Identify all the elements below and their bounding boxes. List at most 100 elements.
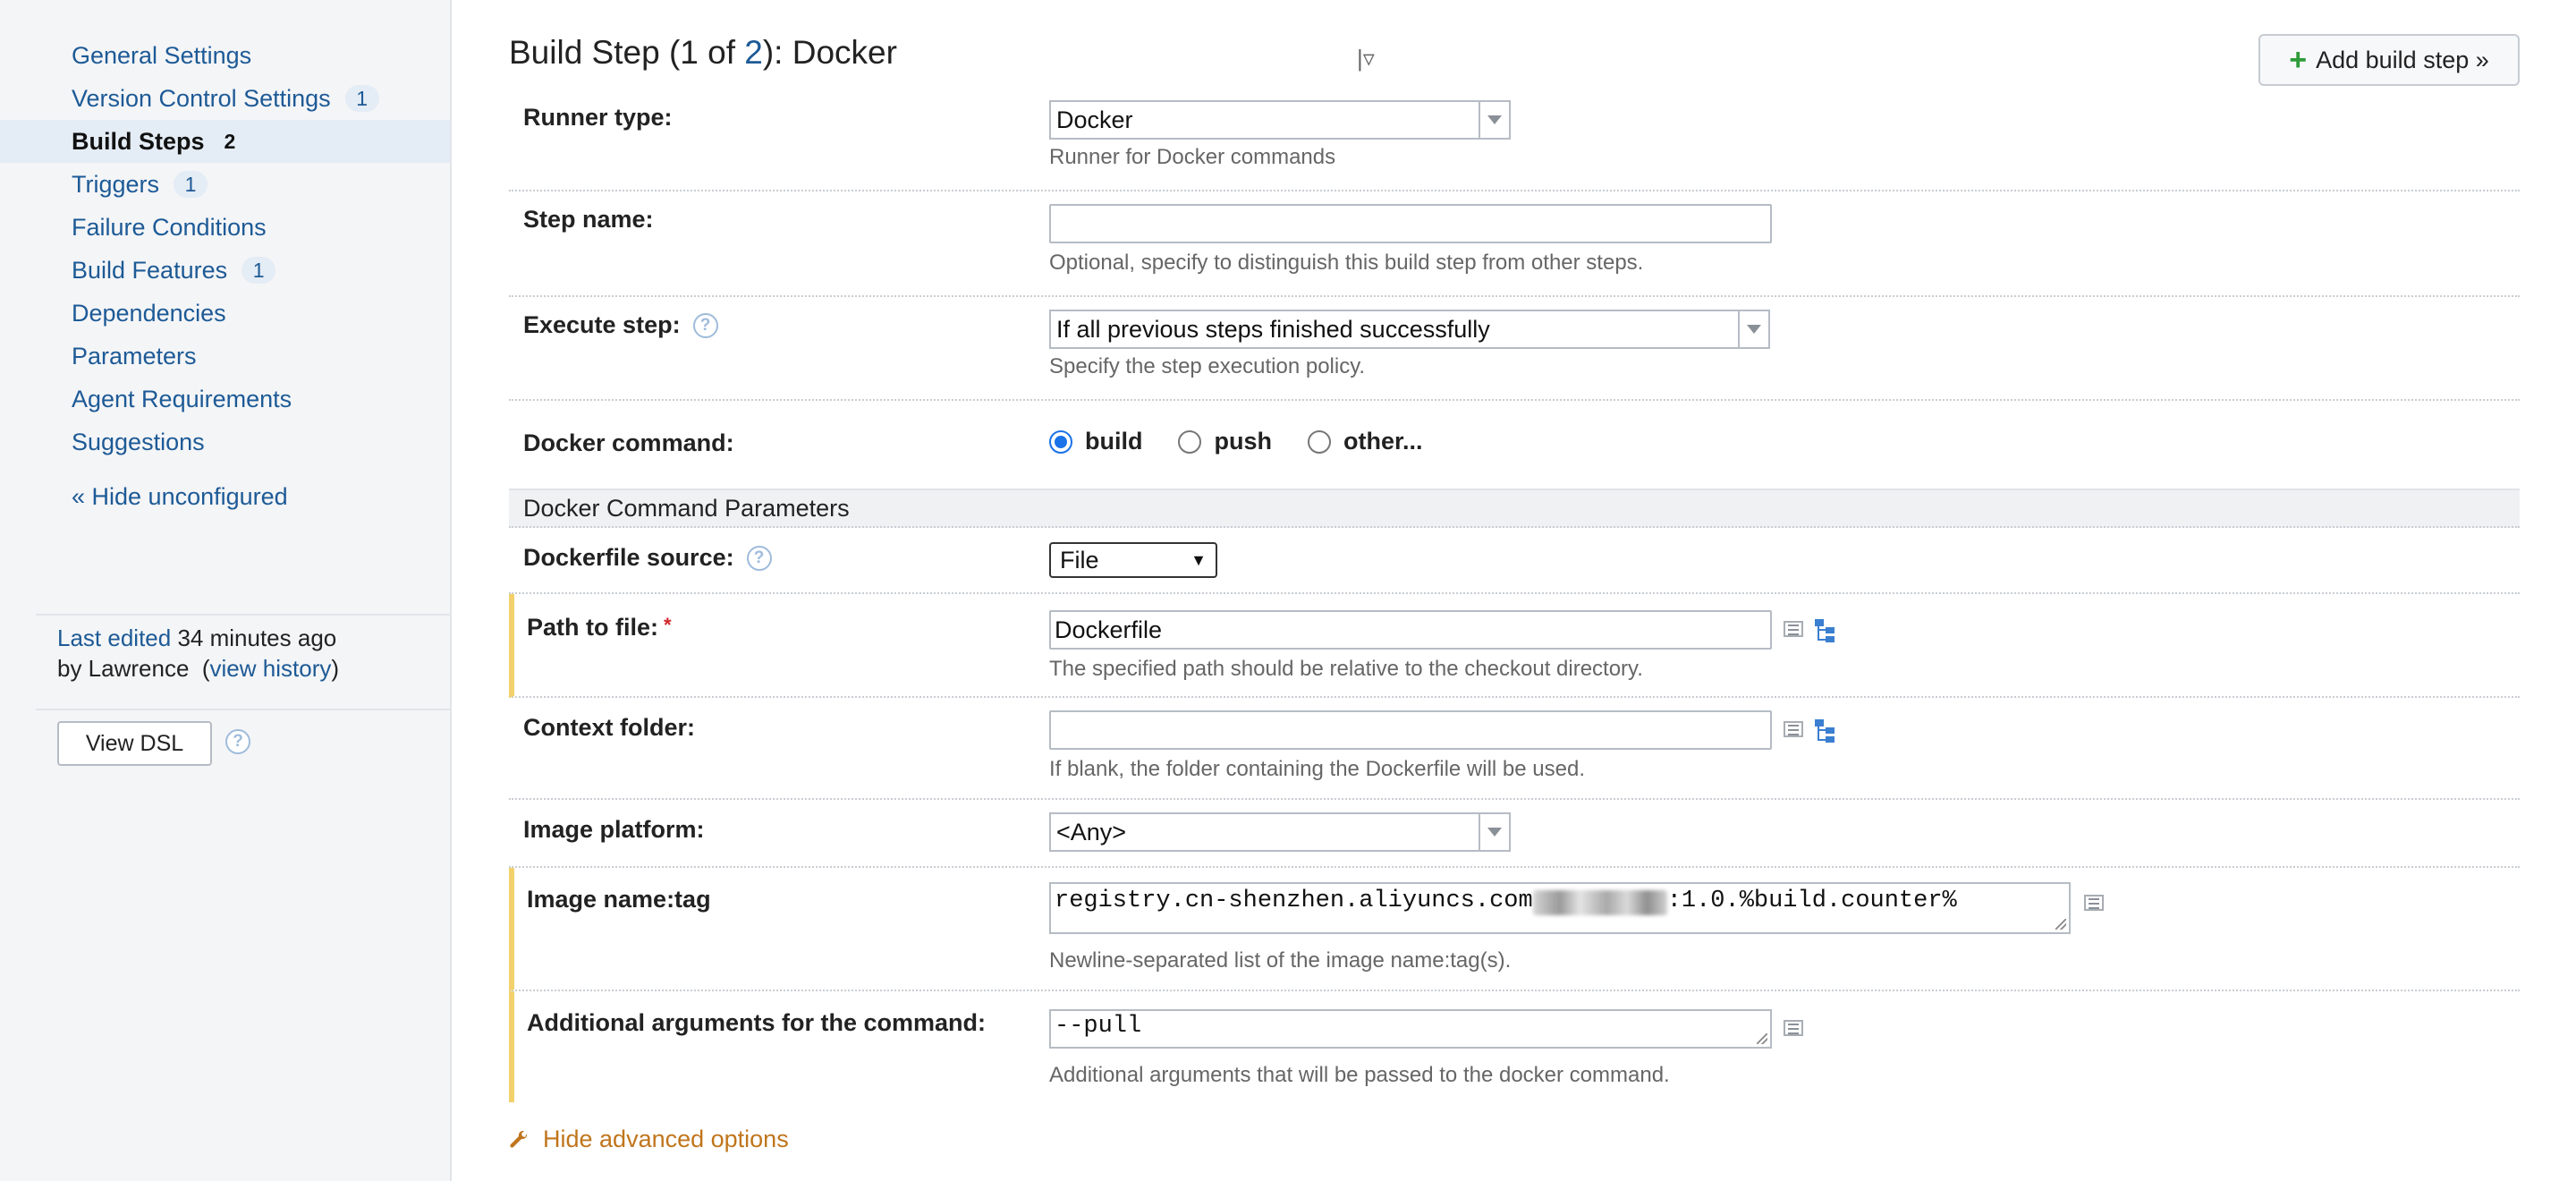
count-badge: 1 — [242, 257, 276, 284]
step-total-link[interactable]: 2 — [744, 34, 763, 71]
context-folder-input[interactable] — [1049, 710, 1772, 750]
help-icon[interactable]: ? — [746, 545, 772, 571]
sidebar-item-failure-conditions[interactable]: Failure Conditions — [0, 206, 450, 249]
radio-button[interactable] — [1307, 429, 1331, 454]
sidebar: General Settings Version Control Setting… — [0, 0, 452, 1181]
additional-args-desc: Additional arguments that will be passed… — [1049, 1063, 1670, 1087]
context-folder-desc: If blank, the folder containing the Dock… — [1049, 757, 1586, 781]
sidebar-item-label: General Settings — [72, 41, 252, 69]
last-edited-by: by Lawrence — [57, 655, 190, 682]
list-icon[interactable] — [1784, 621, 1803, 637]
image-platform-row: Image platform: <Any> — [509, 800, 2520, 868]
add-build-step-button[interactable]: + Add build step » — [2258, 34, 2520, 86]
step-name-label: Step name: — [523, 206, 654, 233]
path-to-file-label: Path to file: * — [527, 614, 672, 641]
docker-command-parameters-header: Docker Command Parameters — [509, 489, 2520, 528]
additional-args-label: Additional arguments for the command: — [527, 1009, 987, 1036]
radio-push[interactable]: push — [1178, 428, 1272, 455]
count-badge: 2 — [224, 130, 236, 153]
docker-command-radio-group: build push other... — [1049, 428, 1423, 455]
execute-step-label-wrap: Execute step: ? — [523, 311, 718, 339]
redacted-text — [1532, 889, 1667, 915]
last-edited-time: 34 minutes ago — [177, 624, 337, 651]
file-tree-icon[interactable] — [1813, 718, 1838, 744]
sidebar-item-general-settings[interactable]: General Settings — [0, 34, 450, 77]
radio-other[interactable]: other... — [1307, 428, 1423, 455]
step-name-desc: Optional, specify to distinguish this bu… — [1049, 251, 1644, 275]
docker-command-row: Docker command: build push other... — [509, 401, 2520, 489]
step-name-input[interactable] — [1049, 204, 1772, 243]
sidebar-item-triggers[interactable]: Triggers 1 — [0, 163, 450, 206]
count-badge: 1 — [174, 171, 208, 198]
step-name-row: Step name: Optional, specify to distingu… — [509, 191, 2520, 297]
hide-unconfigured-link[interactable]: « Hide unconfigured — [72, 483, 288, 511]
list-icon[interactable] — [1784, 721, 1803, 737]
image-name-tag-label: Image name:tag — [527, 886, 711, 913]
sidebar-item-agent-requirements[interactable]: Agent Requirements — [0, 378, 450, 421]
sidebar-nav: General Settings Version Control Setting… — [0, 34, 450, 463]
sidebar-item-build-steps[interactable]: Build Steps 2 — [0, 120, 450, 163]
sidebar-divider — [36, 614, 452, 616]
hide-advanced-options-link[interactable]: Hide advanced options — [509, 1126, 789, 1153]
view-dsl-button[interactable]: View DSL — [57, 721, 212, 766]
last-edited-link[interactable]: Last edited — [57, 624, 171, 651]
dropdown-arrow-icon — [1479, 102, 1509, 138]
runner-type-desc: Runner for Docker commands — [1049, 145, 1336, 169]
image-platform-label: Image platform: — [523, 816, 705, 843]
main-content: Build Step (1 of 2): Docker |▿ + Add bui… — [452, 0, 2576, 1181]
sidebar-item-label: Failure Conditions — [72, 213, 267, 241]
dockerfile-source-select[interactable]: File ▼ — [1049, 542, 1217, 578]
help-icon[interactable]: ? — [225, 729, 250, 754]
chevron-down-icon: ▼ — [1191, 550, 1207, 569]
dockerfile-source-label: Dockerfile source: — [523, 544, 734, 571]
additional-args-textarea[interactable]: --pull — [1049, 1009, 1772, 1049]
sidebar-item-version-control-settings[interactable]: Version Control Settings 1 — [0, 77, 450, 120]
wrench-icon — [510, 1130, 528, 1148]
file-tree-icon[interactable] — [1813, 617, 1838, 644]
context-folder-label: Context folder: — [523, 714, 695, 741]
docker-command-label: Docker command: — [523, 429, 734, 456]
view-history-link[interactable]: view history — [210, 655, 332, 682]
help-icon[interactable]: ? — [692, 312, 718, 338]
sidebar-item-label: Triggers — [72, 170, 160, 198]
context-folder-row: Context folder: If blank, the folder con… — [509, 698, 2520, 800]
dockerfile-source-row: Dockerfile source: ? File ▼ — [509, 528, 2520, 594]
sidebar-item-parameters[interactable]: Parameters — [0, 335, 450, 378]
radio-build[interactable]: build — [1049, 428, 1142, 455]
sidebar-divider — [36, 709, 452, 710]
execute-step-row: Execute step: ? If all previous steps fi… — [509, 297, 2520, 401]
sidebar-item-label: Version Control Settings — [72, 84, 331, 112]
radio-button[interactable] — [1178, 429, 1202, 454]
execute-step-desc: Specify the step execution policy. — [1049, 354, 1366, 378]
runner-type-select[interactable]: Docker — [1049, 100, 1511, 140]
runner-type-row: Runner type: Docker Runner for Docker co… — [509, 89, 2520, 191]
image-name-tag-row: Image name:tag registry.cn-shenzhen.aliy… — [509, 868, 2520, 991]
sidebar-item-label: Build Steps — [72, 127, 205, 155]
execute-step-select[interactable]: If all previous steps finished successfu… — [1049, 310, 1770, 349]
execute-step-label: Execute step: — [523, 311, 681, 338]
plus-icon: + — [2289, 43, 2308, 77]
radio-button[interactable] — [1049, 429, 1072, 454]
sidebar-item-label: Build Features — [72, 256, 228, 284]
path-to-file-desc: The specified path should be relative to… — [1049, 657, 1643, 681]
resize-handle-icon[interactable] — [2055, 919, 2066, 930]
sidebar-item-build-features[interactable]: Build Features 1 — [0, 249, 450, 292]
path-to-file-row: Path to file:* The specified path should… — [509, 594, 2520, 698]
sidebar-item-dependencies[interactable]: Dependencies — [0, 292, 450, 335]
list-icon[interactable] — [2084, 895, 2104, 911]
image-name-tag-textarea[interactable]: registry.cn-shenzhen.aliyuncs.com:1.0.%b… — [1049, 882, 2071, 934]
additional-args-row: Additional arguments for the command: --… — [509, 991, 2520, 1102]
list-icon[interactable] — [1784, 1020, 1803, 1036]
sidebar-item-suggestions[interactable]: Suggestions — [0, 421, 450, 463]
image-platform-select[interactable]: <Any> — [1049, 812, 1511, 852]
sidebar-item-label: Agent Requirements — [72, 385, 292, 412]
sidebar-item-label: Parameters — [72, 342, 197, 370]
dockerfile-source-label-wrap: Dockerfile source: ? — [523, 544, 772, 572]
path-to-file-input[interactable] — [1049, 610, 1772, 650]
required-marker: * — [664, 614, 672, 636]
page-title: Build Step (1 of 2): Docker — [509, 34, 897, 71]
step-menu-icon[interactable]: |▿ — [1357, 45, 1375, 72]
dropdown-arrow-icon — [1738, 311, 1768, 347]
resize-handle-icon[interactable] — [1757, 1033, 1767, 1044]
runner-type-label: Runner type: — [523, 104, 673, 131]
